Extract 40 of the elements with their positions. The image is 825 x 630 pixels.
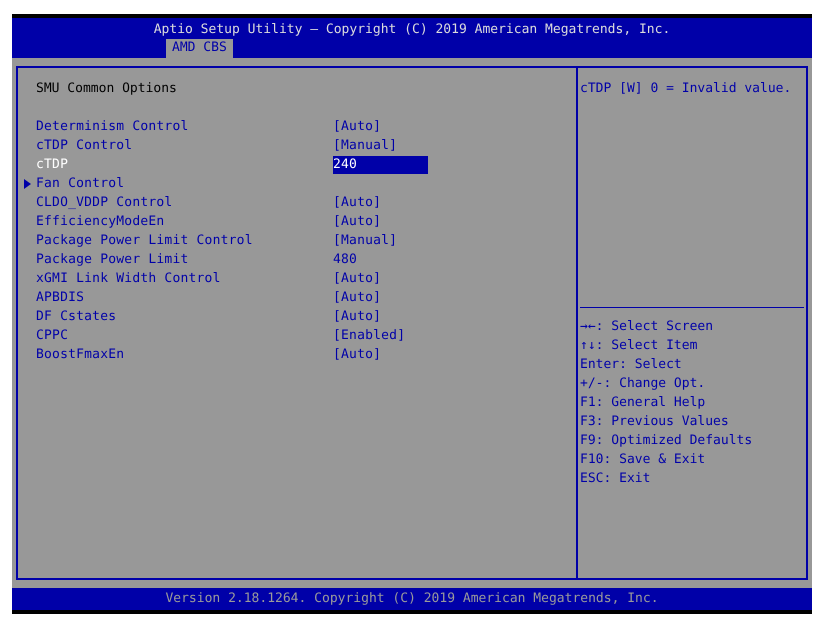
setting-label[interactable]: APBDIS xyxy=(36,288,333,308)
setting-value[interactable]: 240 xyxy=(333,156,428,174)
key-hint: F10: Save & Exit xyxy=(580,451,706,469)
setting-value[interactable]: [Auto] xyxy=(333,308,382,326)
key-hint: F1: General Help xyxy=(580,394,706,412)
setting-label[interactable]: BoostFmaxEn xyxy=(36,344,333,364)
setting-value[interactable]: [Auto] xyxy=(333,118,382,136)
setting-label[interactable]: xGMI Link Width Control xyxy=(36,268,333,288)
key-hint: +/-: Change Opt. xyxy=(580,375,706,393)
setting-value[interactable]: [Auto] xyxy=(333,288,382,306)
setting-value[interactable]: [Auto] xyxy=(333,194,382,212)
key-hint: F3: Previous Values xyxy=(580,413,730,431)
setting-value[interactable]: [Auto] xyxy=(333,346,382,364)
help-text: cTDP [W] 0 = Invalid value. xyxy=(580,80,792,98)
setting-label[interactable]: Determinism Control xyxy=(36,116,333,136)
setting-label[interactable]: Fan Control xyxy=(36,174,333,194)
setting-label[interactable]: Package Power Limit Control xyxy=(36,230,333,250)
submenu-arrow-icon xyxy=(24,178,31,188)
setting-label[interactable]: CPPC xyxy=(36,326,333,346)
setting-value[interactable]: [Auto] xyxy=(333,212,382,230)
section-title: SMU Common Options xyxy=(36,80,178,98)
window-title: Aptio Setup Utility – Copyright (C) 2019 American Megatrends, Inc. xyxy=(154,21,670,39)
setting-label[interactable]: CLDO_VDDP Control xyxy=(36,192,333,212)
setting-value[interactable]: [Auto] xyxy=(333,270,382,288)
footer-text: Version 2.18.1264. Copyright (C) 2019 American Megatrends, Inc. xyxy=(165,590,659,608)
key-hint: ESC: Exit xyxy=(580,470,652,488)
key-hint: →←: Select Screen xyxy=(580,318,714,336)
setting-label[interactable]: cTDP Control xyxy=(36,136,333,156)
setting-label[interactable]: cTDP xyxy=(36,154,333,174)
setting-value[interactable]: [Enabled] xyxy=(333,326,406,344)
setting-label[interactable]: DF Cstates xyxy=(36,306,333,326)
setting-value[interactable]: [Manual] xyxy=(333,136,398,154)
setting-value[interactable]: [Manual] xyxy=(333,232,398,250)
key-hint: Enter: Select xyxy=(580,356,683,374)
setting-label[interactable]: Package Power Limit xyxy=(36,250,333,270)
tab[interactable]: AMD CBS xyxy=(166,39,233,58)
key-hint: ↑↓: Select Item xyxy=(580,337,698,355)
setting-value[interactable]: 480 xyxy=(333,250,358,268)
key-hint: F9: Optimized Defaults xyxy=(580,432,754,450)
setting-label[interactable]: EfficiencyModeEn xyxy=(36,212,333,232)
